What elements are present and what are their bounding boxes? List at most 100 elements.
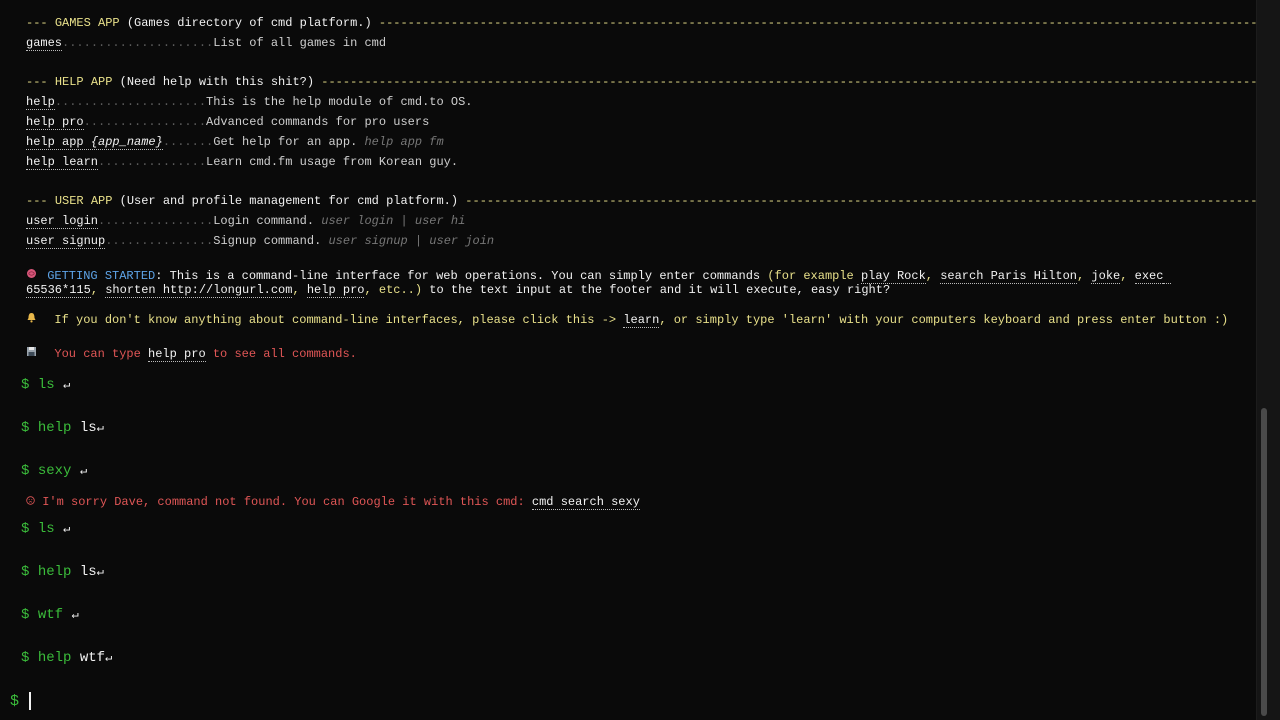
command-description: Get help for an app. [213, 135, 358, 149]
getting-started-line-2: 65536*115, shorten http://longurl.com, h… [26, 283, 891, 298]
header-dashes: ----------------------------------------… [465, 194, 1256, 208]
enter-icon: ↵ [105, 651, 113, 665]
history-entry: $ wtf ↵ [21, 607, 79, 623]
command-row: user signup...............Signup command… [26, 234, 495, 249]
app-name: HELP APP [54, 75, 113, 89]
command-link-help-learn[interactable]: help learn [26, 155, 99, 170]
header-dashes: ----------------------------------------… [321, 75, 1256, 89]
leader-dots: ................ [98, 214, 214, 228]
command-row: help.....................This is the hel… [26, 95, 473, 110]
command-param: {app_name} [90, 135, 163, 149]
command-example: user login | user hi [321, 214, 466, 228]
app-description: (Games directory of cmd platform.) [126, 16, 372, 30]
getting-started-text: to the text input at the footer and it w… [422, 283, 891, 297]
history-entry: $ ls ↵ [21, 521, 70, 537]
history-command: ls [37, 521, 55, 537]
command-link-help[interactable]: help [26, 95, 55, 110]
header-dashes: --- [26, 75, 48, 89]
error-text: I'm sorry Dave, command not found. You c… [42, 495, 532, 509]
prompt-symbol: $ [21, 650, 30, 666]
sad-face-icon [26, 495, 35, 509]
getting-started-line-1: GETTING STARTED: This is a command-line … [26, 268, 1171, 284]
command-description: List of all games in cmd [213, 36, 387, 50]
note-text: , or simply type 'learn' with your compu… [659, 313, 1229, 327]
learn-link[interactable]: learn [623, 313, 660, 328]
command-description: Signup command. [213, 234, 322, 248]
command-link-games[interactable]: games [26, 36, 63, 51]
prompt-symbol: $ [21, 564, 30, 580]
history-command: sexy [37, 463, 72, 479]
command-description: Advanced commands for pro users [206, 115, 430, 129]
leader-dots: ....... [162, 135, 214, 149]
prompt-symbol: $ [21, 420, 30, 436]
enter-icon: ↵ [71, 608, 79, 622]
leader-dots: ............... [105, 234, 214, 248]
app-name: USER APP [54, 194, 113, 208]
history-command: help [37, 650, 72, 666]
getting-started-text: : This is a command-line interface for w… [155, 269, 768, 283]
command-row: help pro.................Advanced comman… [26, 115, 430, 130]
section-header-help: --- HELP APP (Need help with this shit?)… [26, 75, 1256, 89]
error-message: I'm sorry Dave, command not found. You c… [26, 495, 640, 510]
brain-icon [26, 268, 40, 284]
command-link-help-app[interactable]: help app {app_name} [26, 135, 163, 150]
command-text: help app [26, 135, 91, 149]
command-description: Learn cmd.fm usage from Korean guy. [206, 155, 459, 169]
example-link-search[interactable]: search Paris Hilton [940, 269, 1078, 284]
scrollbar-thumb[interactable] [1261, 408, 1267, 716]
prompt-symbol: $ [21, 377, 30, 393]
example-link-exec[interactable]: exec [1134, 269, 1164, 284]
enter-icon: ↵ [63, 522, 71, 536]
help-pro-note: You can type help pro to see all command… [26, 346, 357, 362]
example-link-help-pro[interactable]: help pro [306, 283, 365, 298]
note-text: to see all commands. [205, 347, 357, 361]
command-row: help learn...............Learn cmd.fm us… [26, 155, 459, 170]
text-cursor[interactable] [29, 692, 32, 710]
section-header-user: --- USER APP (User and profile managemen… [26, 194, 1256, 208]
leader-dots: ............... [98, 155, 207, 169]
command-link-user-login[interactable]: user login [26, 214, 99, 229]
example-link-shorten[interactable]: shorten http://longurl.com [105, 283, 293, 298]
history-argument: ls [79, 420, 97, 436]
prompt-symbol: $ [21, 463, 30, 479]
header-dashes: --- [26, 16, 48, 30]
learn-note: If you don't know anything about command… [26, 312, 1228, 328]
floppy-disk-icon [26, 346, 40, 362]
enter-icon: ↵ [63, 378, 71, 392]
command-row: help app {app_name}.......Get help for a… [26, 135, 444, 150]
history-entry: $ help ls↵ [21, 564, 104, 580]
command-example: help app fm [364, 135, 444, 149]
getting-started-label: GETTING STARTED [47, 269, 156, 283]
enter-icon: ↵ [96, 421, 104, 435]
leader-dots: ..................... [54, 95, 207, 109]
example-link-play-rock[interactable]: play Rock [860, 269, 926, 284]
history-entry: $ help ls↵ [21, 420, 104, 436]
history-entry: $ ls ↵ [21, 377, 70, 393]
command-input-row[interactable]: $ [10, 691, 32, 711]
note-text: You can type [54, 347, 149, 361]
example-prefix: (for example [767, 269, 861, 283]
app-description: (User and profile management for cmd pla… [119, 194, 459, 208]
header-dashes: ----------------------------------------… [378, 16, 1256, 30]
example-link-joke[interactable]: joke [1091, 269, 1121, 284]
google-search-link[interactable]: cmd search sexy [531, 495, 640, 510]
leader-dots: ................. [83, 115, 207, 129]
prompt-symbol: $ [21, 607, 30, 623]
example-link-exec-arg[interactable]: 65536*115 [26, 283, 91, 298]
command-row: user login................Login command.… [26, 214, 466, 229]
command-description: This is the help module of cmd.to OS. [206, 95, 473, 109]
bell-icon [26, 312, 40, 328]
help-pro-link[interactable]: help pro [148, 347, 206, 362]
command-link-user-signup[interactable]: user signup [26, 234, 106, 249]
history-argument: wtf [79, 650, 106, 666]
vertical-scrollbar[interactable] [1256, 0, 1280, 720]
history-argument: ls [79, 564, 97, 580]
command-link-help-pro[interactable]: help pro [26, 115, 84, 130]
history-entry: $ help wtf↵ [21, 650, 112, 666]
history-command: help [37, 420, 72, 436]
leader-dots: ..................... [62, 36, 214, 50]
app-description: (Need help with this shit?) [119, 75, 315, 89]
history-entry: $ sexy ↵ [21, 463, 87, 479]
history-command: wtf [37, 607, 64, 623]
command-example: user signup | user join [328, 234, 495, 248]
